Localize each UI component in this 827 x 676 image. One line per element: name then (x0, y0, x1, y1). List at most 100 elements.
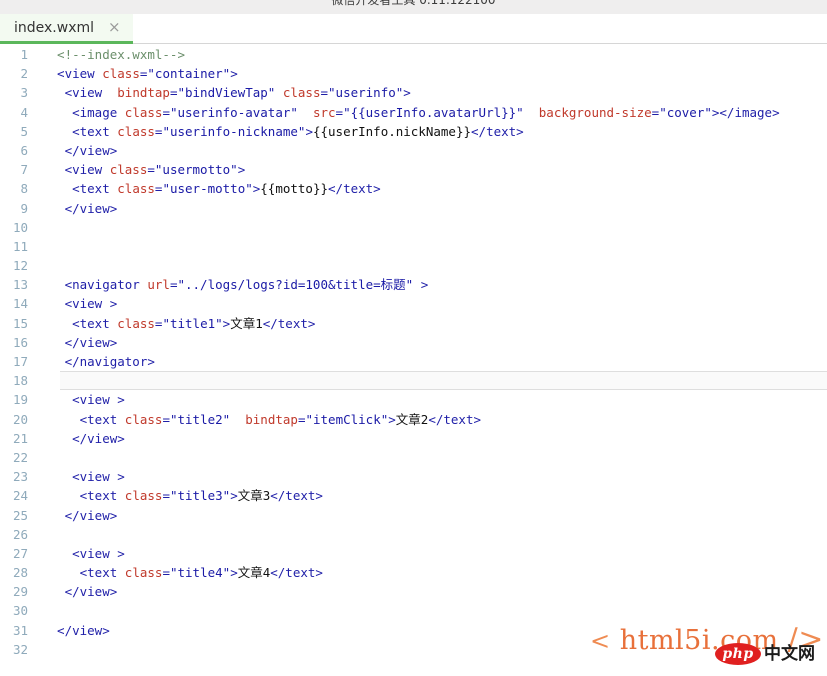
token-attr: class (117, 181, 155, 196)
code-line[interactable]: 22 (0, 448, 827, 467)
token-attr: class (125, 105, 163, 120)
token-tag: </text> (263, 316, 316, 331)
token-val: "userinfo" (328, 85, 403, 100)
code-line[interactable]: 26 (0, 525, 827, 544)
code-line[interactable]: 10 (0, 218, 827, 237)
code-line[interactable]: 18 (0, 371, 827, 390)
code-content: <!--index.wxml--> (42, 47, 185, 62)
token-attr: class (283, 85, 321, 100)
code-line[interactable]: 24 <text class="title3">文章3</text> (0, 486, 827, 505)
token-val: "{{userInfo.avatarUrl}}" (343, 105, 524, 120)
token-val: "usermotto" (155, 162, 238, 177)
code-line[interactable]: 28 <text class="title4">文章4</text> (0, 563, 827, 582)
close-icon[interactable]: × (108, 20, 121, 35)
line-number: 24 (0, 486, 42, 505)
token-attr: class (125, 565, 163, 580)
token-val: "cover" (659, 105, 712, 120)
code-line[interactable]: 8 <text class="user-motto">{{motto}}</te… (0, 179, 827, 198)
token-tag: <view (42, 85, 117, 100)
code-line[interactable]: 6 </view> (0, 141, 827, 160)
code-line[interactable]: 17 </navigator> (0, 352, 827, 371)
line-number: 21 (0, 429, 42, 448)
token-attr: background-size (539, 105, 652, 120)
code-line[interactable]: 4 <image class="userinfo-avatar" src="{{… (0, 103, 827, 122)
code-line[interactable]: 31 </view> (0, 621, 827, 640)
code-line[interactable]: 30 (0, 601, 827, 620)
token-tag: <view (42, 66, 102, 81)
token-txt: 文章1 (230, 316, 263, 331)
line-number: 13 (0, 275, 42, 294)
token-txt (275, 85, 283, 100)
line-number: 7 (0, 160, 42, 179)
token-val: "user-motto" (162, 181, 252, 196)
token-tag: </view> (42, 584, 117, 599)
code-line[interactable]: 29 </view> (0, 582, 827, 601)
token-attr: class (110, 162, 148, 177)
code-content: <image class="userinfo-avatar" src="{{us… (42, 105, 780, 120)
code-line[interactable]: 14 <view > (0, 294, 827, 313)
token-tag: </text> (471, 124, 524, 139)
token-attr: class (117, 316, 155, 331)
active-line-highlight (60, 371, 827, 390)
code-content: <navigator url="../logs/logs?id=100&titl… (42, 277, 428, 292)
code-line[interactable]: 23 <view > (0, 467, 827, 486)
code-line[interactable]: 9 </view> (0, 199, 827, 218)
code-line[interactable]: 25 </view> (0, 506, 827, 525)
token-val: "title4" (170, 565, 230, 580)
token-punc: = (162, 565, 170, 580)
code-content: <text class="title2" bindtap="itemClick"… (42, 412, 481, 427)
token-tag: ></image> (712, 105, 780, 120)
token-tag: <view > (42, 469, 125, 484)
line-number: 3 (0, 83, 42, 102)
code-line[interactable]: 32 (0, 640, 827, 659)
token-txt (298, 105, 313, 120)
code-line[interactable]: 27 <view > (0, 544, 827, 563)
token-txt: 文章2 (396, 412, 429, 427)
line-number: 26 (0, 525, 42, 544)
token-attr: class (117, 124, 155, 139)
line-number: 12 (0, 256, 42, 275)
code-content: </view> (42, 431, 125, 446)
line-number: 30 (0, 601, 42, 620)
token-tag: <view > (42, 546, 125, 561)
code-line[interactable]: 2 <view class="container"> (0, 64, 827, 83)
line-number: 31 (0, 621, 42, 640)
code-content: <text class="userinfo-nickname">{{userIn… (42, 124, 524, 139)
code-line[interactable]: 20 <text class="title2" bindtap="itemCli… (0, 410, 827, 429)
code-line[interactable]: 16 </view> (0, 333, 827, 352)
token-tag: </view> (42, 508, 117, 523)
token-punc: = (162, 105, 170, 120)
token-txt (524, 105, 539, 120)
code-line[interactable]: 3 <view bindtap="bindViewTap" class="use… (0, 83, 827, 102)
code-line[interactable]: 13 <navigator url="../logs/logs?id=100&t… (0, 275, 827, 294)
code-editor[interactable]: 1 <!--index.wxml-->2 <view class="contai… (0, 45, 827, 676)
code-line[interactable]: 7 <view class="usermotto"> (0, 160, 827, 179)
tab-index-wxml[interactable]: index.wxml × (0, 14, 133, 44)
token-punc: = (336, 105, 344, 120)
editor-tabbar: index.wxml × (0, 14, 827, 44)
token-tag: > (230, 488, 238, 503)
code-line[interactable]: 21 </view> (0, 429, 827, 448)
code-line[interactable]: 1 <!--index.wxml--> (0, 45, 827, 64)
token-val: "../logs/logs?id=100&title=标题" (177, 277, 413, 292)
line-number: 17 (0, 352, 42, 371)
code-line[interactable]: 15 <text class="title1">文章1</text> (0, 314, 827, 333)
token-txt: 文章3 (238, 488, 271, 503)
token-attr: src (313, 105, 336, 120)
window-title: 微信开发者工具 0.11.122100 (0, 0, 827, 7)
code-content: <text class="title3">文章3</text> (42, 488, 323, 503)
token-val: "title3" (170, 488, 230, 503)
code-line[interactable]: 12 (0, 256, 827, 275)
code-line[interactable]: 5 <text class="userinfo-nickname">{{user… (0, 122, 827, 141)
code-content: </view> (42, 584, 117, 599)
code-line[interactable]: 11 (0, 237, 827, 256)
token-tag: </view> (42, 335, 117, 350)
token-tag: <text (42, 412, 125, 427)
code-line[interactable]: 19 <view > (0, 390, 827, 409)
token-cmt: <!--index.wxml--> (42, 47, 185, 62)
code-content: </view> (42, 335, 117, 350)
token-txt: 文章4 (238, 565, 271, 580)
token-val: "title1" (162, 316, 222, 331)
token-tag: </view> (42, 623, 110, 638)
token-tag: > (230, 565, 238, 580)
